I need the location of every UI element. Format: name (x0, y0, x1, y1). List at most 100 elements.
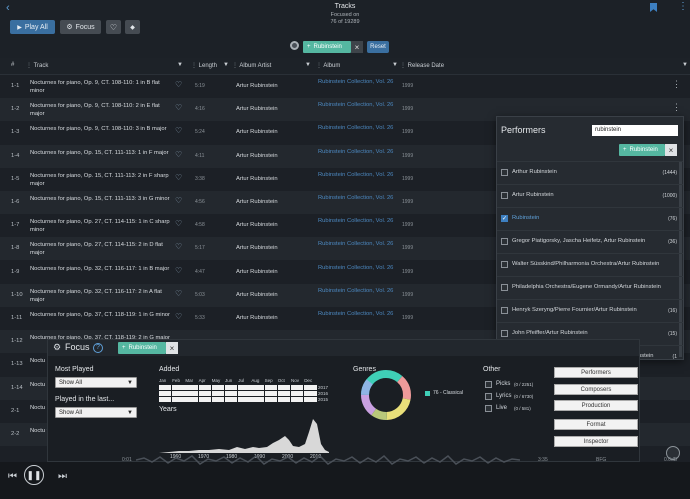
performer-item[interactable]: Henryk Szeryng/Pierre Fournier/Artur Rub… (497, 299, 683, 322)
added-cell[interactable] (238, 391, 251, 396)
added-cell[interactable] (198, 391, 211, 396)
added-cell[interactable] (291, 397, 304, 402)
heart-icon[interactable]: ♡ (175, 127, 183, 135)
bookmark-icon[interactable] (650, 3, 657, 12)
added-cell[interactable] (159, 385, 172, 390)
album-link[interactable]: Rubinstein Collection, Vol. 26 (318, 194, 398, 202)
help-icon[interactable]: ? (93, 343, 103, 353)
performer-item[interactable]: Walter Süsskind/Philharmonia Orchestra/A… (497, 253, 683, 276)
added-cell[interactable] (291, 391, 304, 396)
added-cell[interactable] (304, 391, 317, 396)
focus-side-button-production[interactable]: Production (554, 400, 638, 411)
heart-icon[interactable]: ♡ (175, 81, 183, 89)
focus-side-button-format[interactable]: Format (554, 419, 638, 430)
row-menu-icon[interactable]: ⋮ (672, 103, 681, 112)
heart-icon[interactable]: ♡ (175, 266, 183, 275)
back-arrow-icon[interactable]: ‹ (6, 2, 16, 14)
added-cell[interactable] (198, 385, 211, 390)
album-link[interactable]: Rubinstein Collection, Vol. 26 (318, 124, 398, 132)
row-menu-icon[interactable]: ⋮ (672, 80, 681, 89)
reset-button[interactable]: Reset (367, 41, 389, 53)
added-cell[interactable] (198, 397, 211, 402)
pause-button[interactable]: ❚❚ (24, 465, 44, 485)
added-cell[interactable] (238, 397, 251, 402)
waveform-seek-bar[interactable] (136, 453, 520, 467)
heart-icon[interactable]: ♡ (175, 150, 183, 159)
performers-selected-chip[interactable]: + Rubinstein (619, 144, 665, 156)
added-cell[interactable] (264, 391, 277, 396)
added-cell[interactable] (172, 391, 185, 396)
album-link[interactable]: Rubinstein Collection, Vol. 26 (318, 264, 398, 272)
active-filter-chip[interactable]: + Rubinstein (303, 41, 351, 53)
added-cell[interactable] (277, 385, 291, 390)
other-checkbox[interactable] (485, 393, 492, 400)
filter-icon[interactable]: ▼ (305, 62, 311, 68)
added-cell[interactable] (211, 397, 225, 402)
performer-item[interactable]: ✓ Rubinstein (76) (497, 207, 683, 230)
table-row[interactable]: 1-1 Nocturnes for piano, Op. 9, CT. 108-1… (0, 75, 690, 98)
added-cell[interactable] (277, 391, 291, 396)
column-album[interactable]: ⋮ Album (316, 62, 340, 69)
heart-icon[interactable]: ♡ (175, 220, 183, 228)
tag-filter-button[interactable]: ◆ (125, 20, 140, 34)
added-cell[interactable] (185, 391, 198, 396)
focus-button[interactable]: ⚙ Focus (60, 20, 101, 34)
added-cell[interactable] (185, 397, 198, 402)
play-all-button[interactable]: ▶ Play All (10, 20, 55, 34)
added-cell[interactable] (277, 397, 291, 402)
added-cell[interactable] (185, 385, 198, 390)
column-album-artist[interactable]: ⋮ Album Artist (232, 62, 271, 69)
filter-icon[interactable]: ▼ (223, 62, 229, 68)
album-link[interactable]: Rubinstein Collection, Vol. 26 (318, 148, 398, 156)
heart-icon[interactable]: ♡ (175, 104, 183, 112)
added-cell[interactable] (211, 385, 225, 390)
performer-checkbox[interactable] (501, 261, 508, 268)
album-link[interactable]: Rubinstein Collection, Vol. 26 (318, 171, 398, 179)
focus-side-button-performers[interactable]: Performers (554, 367, 638, 378)
added-cell[interactable] (291, 385, 304, 390)
added-cell[interactable] (251, 385, 264, 390)
album-link[interactable]: Rubinstein Collection, Vol. 26 (318, 78, 398, 86)
performer-item[interactable]: Gregor Piatigorsky, Jascha Heifetz, Artu… (497, 230, 683, 253)
album-link[interactable]: Rubinstein Collection, Vol. 26 (318, 240, 398, 248)
filter-icon[interactable]: ▼ (682, 62, 688, 68)
filter-icon[interactable]: ▼ (177, 62, 183, 68)
performer-checkbox[interactable] (501, 307, 508, 314)
added-cell[interactable] (225, 385, 238, 390)
performer-item[interactable]: Arthur Rubinstein (1444) (497, 161, 683, 184)
added-cell[interactable] (238, 385, 251, 390)
other-checkbox[interactable] (485, 381, 492, 388)
heart-icon[interactable]: ♡ (175, 173, 183, 182)
column-number[interactable]: # (11, 62, 14, 68)
added-cell[interactable] (225, 397, 238, 402)
other-checkbox[interactable] (485, 405, 492, 412)
heart-icon[interactable]: ♡ (175, 289, 183, 298)
previous-icon[interactable]: ⏮ (8, 471, 17, 482)
heart-icon[interactable]: ♡ (175, 197, 183, 205)
column-track[interactable]: ⋮ Track (26, 62, 48, 69)
heart-icon[interactable]: ♡ (175, 243, 183, 251)
focus-filter-chip[interactable]: + Rubinstein (118, 342, 166, 354)
performers-search-input[interactable]: rubinstein (592, 125, 678, 136)
added-cell[interactable] (304, 385, 317, 390)
favorite-filter-button[interactable]: ♡ (106, 20, 121, 34)
performer-item[interactable]: Philadelphia Orchestra/Eugene Ormandy/Ar… (497, 276, 683, 299)
years-histogram[interactable] (159, 416, 329, 454)
added-cell[interactable] (172, 397, 185, 402)
album-link[interactable]: Rubinstein Collection, Vol. 26 (318, 287, 398, 295)
added-cell[interactable] (225, 391, 238, 396)
genres-donut-chart[interactable] (359, 368, 413, 422)
album-link[interactable]: Rubinstein Collection, Vol. 26 (318, 217, 398, 225)
performer-checkbox[interactable] (501, 238, 508, 245)
added-cell[interactable] (264, 385, 277, 390)
column-release-date[interactable]: ⋮ Release Date (400, 62, 444, 69)
played-last-select[interactable]: Show All ▼ (55, 407, 137, 418)
filter-icon[interactable]: ▼ (392, 62, 398, 68)
focus-side-button-composers[interactable]: Composers (554, 384, 638, 395)
added-cell[interactable] (159, 397, 172, 402)
album-link[interactable]: Rubinstein Collection, Vol. 26 (318, 101, 398, 109)
performer-checkbox[interactable]: ✓ (501, 215, 508, 222)
added-cell[interactable] (304, 397, 317, 402)
added-cell[interactable] (211, 391, 225, 396)
heart-icon[interactable]: ♡ (175, 313, 183, 321)
